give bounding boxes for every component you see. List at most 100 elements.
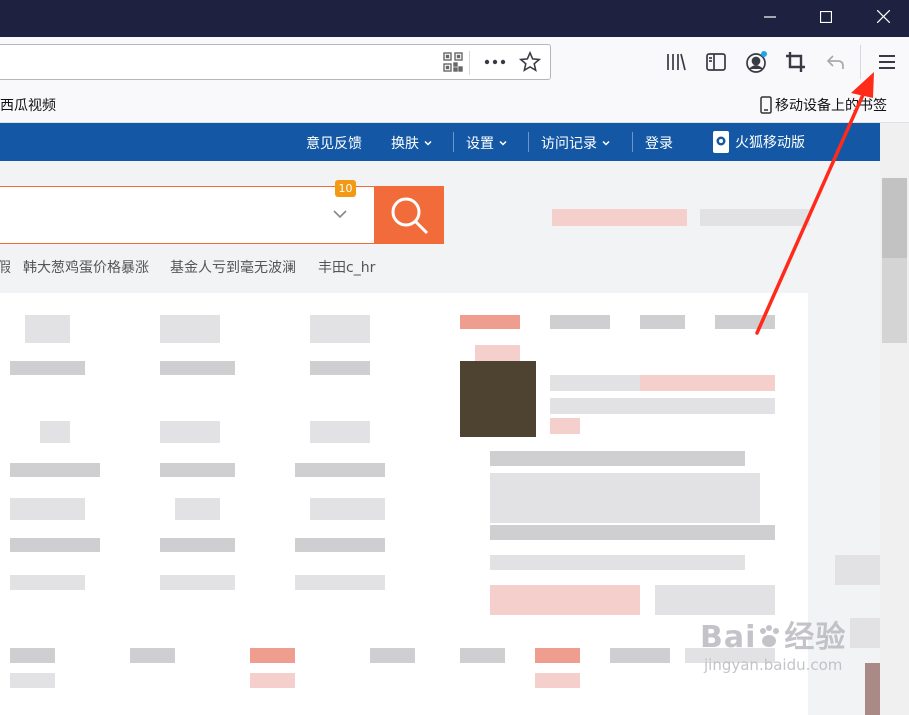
search-icon xyxy=(391,197,429,235)
blurred-text xyxy=(10,673,55,688)
watermark-main: Bai xyxy=(700,620,757,655)
chevron-down-icon[interactable] xyxy=(333,209,347,219)
blurred-image xyxy=(865,663,880,715)
blurred-text xyxy=(160,538,235,552)
blurred-text xyxy=(552,209,687,226)
qr-code-icon[interactable] xyxy=(439,48,467,76)
scrollbar-thumb[interactable] xyxy=(882,178,907,258)
news-thumbnail xyxy=(460,361,536,437)
account-icon[interactable] xyxy=(742,48,770,76)
crop-icon[interactable] xyxy=(782,48,810,76)
skin-menu[interactable]: 换肤 xyxy=(391,133,432,153)
blurred-text xyxy=(10,361,85,375)
page-scrollbar[interactable] xyxy=(880,123,909,715)
maximize-icon xyxy=(820,10,832,23)
blurred-text xyxy=(850,618,880,648)
blurred-icon xyxy=(25,315,70,343)
blurred-tab xyxy=(715,315,775,329)
firefox-mobile-label: 火狐移动版 xyxy=(735,135,805,151)
blurred-icon xyxy=(175,498,220,520)
blurred-text xyxy=(250,673,295,688)
blurred-text xyxy=(490,451,745,466)
blurred-icon xyxy=(160,315,220,343)
blurred-text xyxy=(10,648,55,663)
blurred-text xyxy=(295,463,385,477)
mobile-bookmarks[interactable]: 移动设备上的书签 xyxy=(760,95,887,115)
library-icon[interactable] xyxy=(662,48,690,76)
chevron-down-icon xyxy=(602,140,610,146)
scrollbar-track-highlight xyxy=(882,258,907,343)
skin-label: 换肤 xyxy=(391,136,419,152)
blurred-text xyxy=(640,375,775,391)
bookmark-xigua-video[interactable]: 西瓜视频 xyxy=(0,95,56,115)
search-input[interactable] xyxy=(0,186,375,244)
blurred-text xyxy=(160,463,235,477)
blurred-text xyxy=(550,375,640,391)
blurred-text xyxy=(310,361,370,375)
url-bar[interactable] xyxy=(0,44,551,80)
bookmarks-bar: 西瓜视频 移动设备上的书签 xyxy=(0,87,909,123)
blurred-text xyxy=(250,648,295,663)
feedback-link[interactable]: 意见反馈 xyxy=(306,133,362,153)
blurred-text xyxy=(490,525,775,540)
hot-search-word[interactable]: 基金人亏到毫无波澜 xyxy=(170,257,296,277)
watermark-main-2: 经验 xyxy=(784,620,847,655)
blurred-text xyxy=(535,648,580,663)
close-button[interactable] xyxy=(858,0,908,33)
hot-search-word[interactable]: 丰田c_hr xyxy=(318,257,375,277)
blurred-icon xyxy=(310,421,370,443)
blurred-icon xyxy=(160,421,220,443)
blurred-text xyxy=(10,575,85,590)
search-button[interactable] xyxy=(374,186,444,244)
blurred-text xyxy=(160,575,235,590)
blurred-text xyxy=(610,648,670,663)
history-label: 访问记录 xyxy=(541,136,597,152)
blurred-text xyxy=(700,209,810,226)
nav-separator xyxy=(528,132,529,152)
hot-search-word[interactable]: 韩大葱鸡蛋价格暴涨 xyxy=(23,257,149,277)
blurred-tab xyxy=(640,315,685,329)
blurred-text xyxy=(10,463,100,477)
blurred-text xyxy=(655,585,775,615)
blurred-icon xyxy=(10,498,85,520)
toolbar-separator xyxy=(860,45,861,79)
sidebar-icon[interactable] xyxy=(702,48,730,76)
settings-menu[interactable]: 设置 xyxy=(466,133,507,153)
chevron-down-icon xyxy=(424,140,432,146)
watermark-url: jingyan.baidu.com xyxy=(704,656,843,674)
hot-search-word[interactable]: 假 xyxy=(0,257,11,277)
blurred-text xyxy=(475,345,520,361)
close-icon xyxy=(876,10,890,23)
blurred-text xyxy=(370,648,415,663)
paw-icon xyxy=(760,625,780,647)
undo-icon[interactable] xyxy=(822,48,850,76)
mobile-phone-icon xyxy=(760,96,772,114)
star-icon[interactable] xyxy=(516,48,544,76)
minimize-button[interactable] xyxy=(745,0,795,33)
blurred-text xyxy=(550,398,775,414)
blurred-text xyxy=(490,473,760,523)
chevron-down-icon xyxy=(499,140,507,146)
navigation-toolbar xyxy=(0,37,909,87)
baidu-watermark: Bai 经验 jingyan.baidu.com xyxy=(700,612,846,674)
nav-separator xyxy=(453,132,454,152)
mobile-phone-icon xyxy=(713,131,729,153)
blurred-text xyxy=(460,648,505,663)
blurred-text xyxy=(490,585,640,615)
blurred-text xyxy=(490,555,745,570)
firefox-mobile-link[interactable]: 火狐移动版 xyxy=(712,130,805,154)
hamburger-menu-icon[interactable] xyxy=(873,48,901,76)
blurred-icon xyxy=(310,498,385,520)
blurred-text xyxy=(10,538,100,552)
blurred-text xyxy=(835,555,880,585)
blurred-icon xyxy=(310,315,370,343)
content-panel xyxy=(0,293,808,715)
history-menu[interactable]: 访问记录 xyxy=(541,133,610,153)
blurred-text xyxy=(295,575,385,590)
maximize-button[interactable] xyxy=(801,0,851,33)
more-dots-icon[interactable] xyxy=(481,48,509,76)
login-link[interactable]: 登录 xyxy=(645,133,673,153)
nav-separator xyxy=(632,132,633,152)
minimize-icon xyxy=(764,15,776,18)
url-bar-separator xyxy=(469,51,470,75)
